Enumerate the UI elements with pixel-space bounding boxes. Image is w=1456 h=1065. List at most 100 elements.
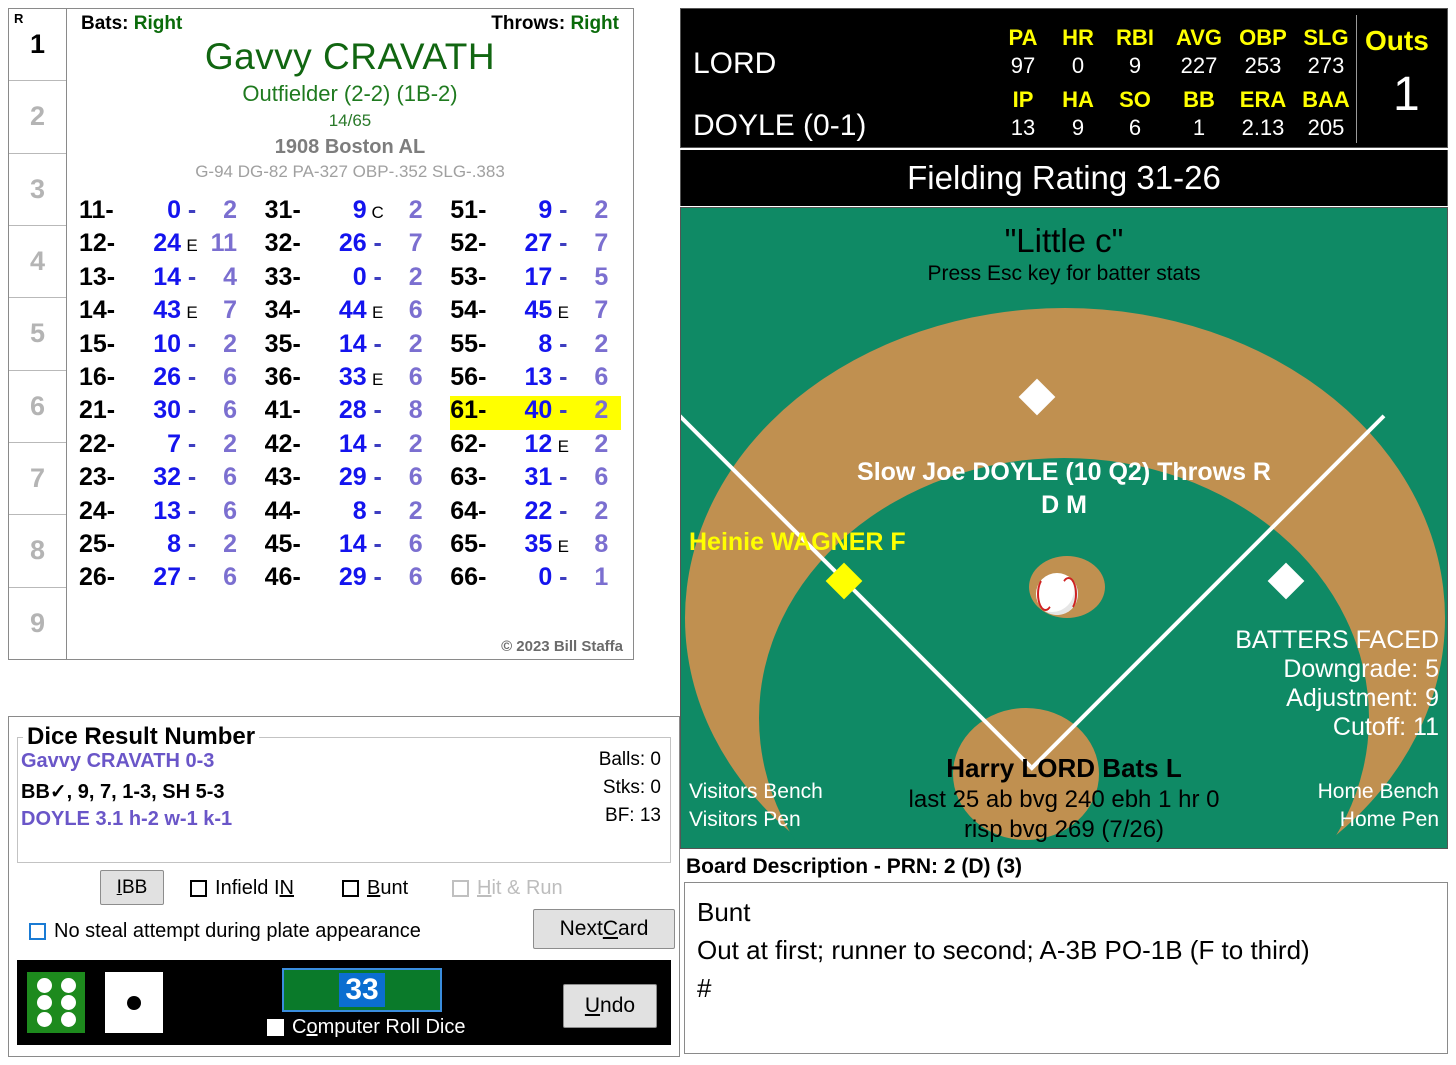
dice-row-key: 31- [264,196,301,224]
white-die[interactable] [105,972,163,1033]
ibb-button[interactable]: IBB [100,870,164,905]
checkbox-box-icon [190,880,207,897]
dice-result-row: 12- 24 E 11 [79,229,250,262]
dice-result-row: 26- 27-6 [79,563,250,596]
green-die[interactable] [27,972,85,1033]
computer-roll-dice-checkbox[interactable]: Computer Roll Dice [267,1016,466,1039]
dice-row-value: 9 [352,196,367,224]
batter-stat-header-OBP: OBP [1239,25,1287,50]
inning-cell-7: 7 [9,443,66,516]
dice-row-trail: 2 [594,396,609,425]
dice-row-value: 7 [167,429,181,458]
die-pip [36,1012,52,1027]
dice-row-separator: - [559,496,568,525]
dice-row-separator: - [187,262,197,291]
balls-count: Balls: 0 [598,749,661,770]
inning-number: 9 [29,607,46,638]
dice-row-trail: 6 [223,563,237,592]
dice-row-trail: 6 [408,529,423,558]
hit-and-run-checkbox: Hit & Run [452,877,563,900]
die-pip [60,978,76,993]
dice-result-row: 54- 45 E 7 [450,296,621,329]
ibb-label-char: B [134,876,148,898]
scoreboard-panel: LORD DOYLE (0-1) PA HR RBI AVG OBP SLG 97 0 9 227… [680,8,1448,148]
dice-row-value: 0 [352,262,367,291]
dice-row-key: 25- [79,529,116,558]
dice-row-value: 26 [153,362,181,391]
dice-row-value: 30 [153,396,181,425]
bats-value: Right [133,13,183,34]
visitors-pen-link[interactable]: Visitors Pen [689,808,801,832]
checkbox-box-icon [452,880,469,897]
dice-result-row: 31- 9 C 2 [265,196,436,229]
batter-stat-header-PA: PA [1008,25,1038,50]
dice-row-value: 27 [153,563,181,592]
dice-row-separator: - [559,329,568,358]
inning-cell-6: 6 [9,371,66,443]
dice-row-separator: E [371,369,384,389]
undo-button[interactable]: Undo [563,984,657,1028]
next-card-button[interactable]: Next Card [533,909,675,949]
inning-cell-9: 9 [9,588,66,659]
inning-cell-8: 8 [9,515,66,588]
pitcher-sub-rating: D M [1041,491,1087,519]
dice-result-row: 43- 29-6 [265,463,436,496]
dice-row-value: 14 [338,329,367,358]
visitors-bench-link[interactable]: Visitors Bench [689,780,823,804]
dice-row-trail: 2 [223,329,237,358]
dice-row-key: 54- [450,296,487,325]
copyright-notice: © 2023 Bill Staffa [501,638,623,655]
dice-row-key: 43- [264,463,301,492]
dice-row-trail: 11 [210,229,237,258]
runner-on-first-label: Heinie WAGNER F [689,528,906,556]
dice-row-trail: 8 [408,396,423,425]
dice-result-legend: Dice Result Number [23,723,260,751]
dice-row-value: 26 [338,229,367,258]
dice-row-value: 29 [338,563,367,592]
bats-throws-row: Bats: Right Throws: Right [75,13,625,35]
dice-row-value: 32 [153,463,181,492]
die-pip [127,995,141,1010]
dice-row-key: 16- [79,362,116,391]
dice-result-panel: Dice Result Number Gavvy CRAVATH 0-3 BB✓… [8,716,680,1057]
dice-row-value: 8 [538,329,553,358]
dice-result-detail-line: BB✓, 9, 7, 1-3, SH 5-3 [21,781,225,803]
dice-result-row: 35- 14-2 [265,330,436,363]
batters-faced-title: BATTERS FACED [1235,626,1439,654]
player-card-body: Bats: Right Throws: Right Gavvy CRAVATH … [67,9,633,659]
home-bench-link[interactable]: Home Bench [1318,780,1439,804]
outs-value: 1 [1393,68,1420,121]
dice-row-value: 45 [524,296,553,325]
die-pip [36,978,52,993]
inning-cell-3: 3 [9,154,66,226]
player-season-stats: G-94 DG-82 PA-327 OBP-.352 SLG-.383 [195,162,505,181]
dice-row-separator: - [373,429,382,458]
no-steal-checkbox[interactable]: No steal attempt during plate appearance [29,920,421,943]
dice-pitcher-line: DOYLE 3.1 h-2 w-1 k-1 [21,808,233,830]
dice-row-trail: 2 [594,196,609,224]
dice-result-row: 45- 14-6 [265,530,436,563]
dice-row-key: 44- [264,496,301,525]
bunt-checkbox[interactable]: Bunt [342,877,408,900]
dice-row-separator: - [373,229,382,258]
checkbox-box-icon [29,923,46,940]
pitcher-stat-value-IP: 13 [1010,115,1036,140]
dice-row-trail: 2 [408,329,423,358]
board-description-box: Bunt Out at first; runner to second; A-3B… [684,882,1448,1054]
dice-result-row: 66- 0-1 [450,563,621,596]
dice-row-trail: 6 [408,463,423,492]
dice-row-separator: E [186,303,198,323]
dice-result-row: 25- 8-2 [79,530,250,563]
inning-number: 7 [29,463,46,494]
baseball-field: "Little c" Press Esc key for batter stat… [680,207,1448,849]
dice-row-key: 36- [264,362,301,391]
dice-row-key: 53- [450,262,487,291]
dice-row-separator: - [373,396,382,425]
dice-row-key: 12- [79,229,116,258]
dice-result-row: 15- 10-2 [79,330,250,363]
infield-in-checkbox[interactable]: Infield IN [190,877,294,900]
dice-row-value: 10 [153,329,181,358]
dice-row-trail: 6 [223,362,237,391]
home-pen-link[interactable]: Home Pen [1340,808,1439,832]
dice-row-separator: - [559,362,568,391]
